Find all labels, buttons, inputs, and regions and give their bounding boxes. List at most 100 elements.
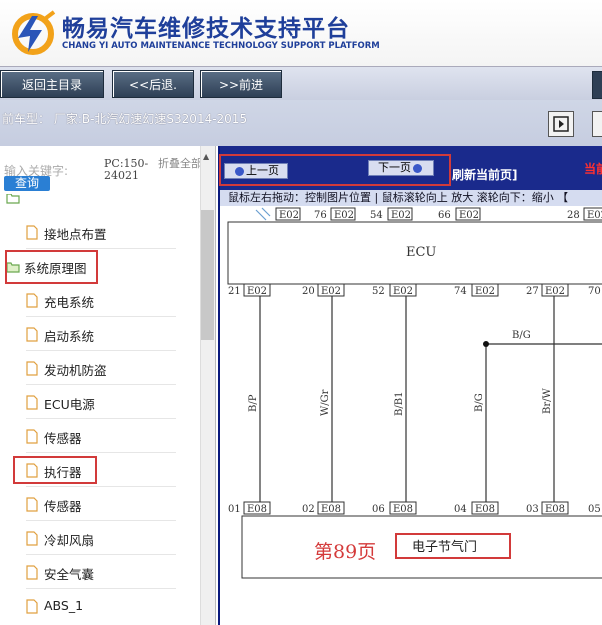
- scroll-up-icon[interactable]: ▲: [203, 152, 209, 161]
- panel-overflow-button[interactable]: [592, 111, 602, 137]
- svg-text:B/P: B/P: [248, 394, 259, 412]
- tree-item-label: 安全气囊: [44, 567, 95, 582]
- logo-icon: [12, 10, 56, 55]
- svg-text:E02: E02: [459, 210, 479, 221]
- home-button[interactable]: 返回主目录: [0, 70, 104, 98]
- bottom-connector-row: 01 E08 02 E08 06 E08 04 E08 03 E08 05: [228, 501, 601, 515]
- svg-text:E02: E02: [321, 286, 341, 297]
- document-icon: [26, 531, 38, 546]
- svg-text:E02: E02: [587, 210, 602, 221]
- current-page-label: 当前: [584, 162, 602, 176]
- svg-text:02: 02: [302, 504, 315, 515]
- viewer-hint: 鼠标左右拖动：控制图片位置 | 鼠标滚轮向上 放大 滚轮向下：缩小 【: [220, 190, 602, 206]
- tree-item-starting[interactable]: 启动系统: [26, 318, 176, 351]
- tree-item-cooling-fan[interactable]: 冷却风扇: [26, 522, 176, 555]
- svg-text:E08: E08: [545, 504, 565, 515]
- document-icon: [26, 599, 38, 614]
- cursor-mark: [255, 207, 271, 221]
- svg-text:74: 74: [454, 286, 467, 297]
- navigation-bar: 返回主目录 <<后退. >>前进: [0, 66, 602, 100]
- svg-text:01: 01: [228, 504, 241, 515]
- svg-text:70: 70: [588, 286, 601, 297]
- top-connector-row: E02 76 E02 54 E02 66 E02 28 E02: [275, 207, 602, 221]
- highlight-system-schematics: [5, 250, 98, 284]
- highlight-actuators: [13, 456, 97, 484]
- tree-item-ecu-power[interactable]: ECU电源: [26, 386, 176, 419]
- tree-item-airbag[interactable]: 安全气囊: [26, 556, 176, 589]
- tree-item-label: 启动系统: [44, 329, 95, 344]
- svg-text:27: 27: [526, 286, 539, 297]
- document-icon: [26, 395, 38, 410]
- tree-item-ground-points[interactable]: 接地点布置: [26, 216, 176, 249]
- svg-text:E08: E08: [247, 504, 267, 515]
- svg-text:20: 20: [302, 286, 315, 297]
- scrollbar-thumb[interactable]: [201, 210, 214, 340]
- toggle-panel-button[interactable]: [548, 111, 574, 137]
- folder-open-icon: [6, 194, 20, 204]
- page-number-label: 第89页: [314, 541, 377, 563]
- tree-item-label: 充电系统: [44, 295, 95, 310]
- tree-item-label: 传感器: [44, 431, 82, 446]
- pc-code-label: PC:150-24021: [104, 157, 149, 182]
- tree-item-immobilizer[interactable]: 发动机防盗: [26, 352, 176, 385]
- svg-text:66: 66: [438, 210, 451, 221]
- svg-text:E02: E02: [279, 210, 299, 221]
- component-label: 电子节气门: [412, 539, 477, 555]
- svg-text:52: 52: [372, 286, 385, 297]
- svg-text:E02: E02: [393, 286, 413, 297]
- document-icon: [26, 429, 38, 444]
- svg-text:E08: E08: [321, 504, 341, 515]
- tree-item-charging[interactable]: 充电系统: [26, 284, 176, 317]
- document-icon: [26, 327, 38, 342]
- svg-text:E02: E02: [545, 286, 565, 297]
- app-title: 畅易汽车维修技术支持平台: [62, 16, 350, 42]
- svg-text:B/B1: B/B1: [394, 392, 405, 416]
- tree-item-abs-1[interactable]: ABS_1: [26, 590, 176, 623]
- svg-text:06: 06: [372, 504, 385, 515]
- refresh-page-button[interactable]: 刷新当前页]: [452, 166, 518, 183]
- svg-text:54: 54: [370, 210, 383, 221]
- tree-item-label: ECU电源: [44, 397, 95, 412]
- svg-text:B/G: B/G: [474, 393, 485, 412]
- svg-text:21: 21: [228, 286, 241, 297]
- svg-text:Br/W: Br/W: [542, 388, 553, 414]
- collapse-all-button[interactable]: 折叠全部: [158, 158, 202, 170]
- tree-item-label: ABS_1: [44, 598, 84, 613]
- app-header: 畅易汽车维修技术支持平台 CHANG YI AUTO MAINTENANCE T…: [0, 0, 602, 66]
- svg-text:E02: E02: [247, 286, 267, 297]
- arrow-right-icon: [553, 116, 569, 132]
- svg-text:E08: E08: [393, 504, 413, 515]
- wiring-diagram[interactable]: ECU E02 76 E02 54 E02 66 E02 28 E02 21 E…: [220, 206, 602, 625]
- search-button[interactable]: 查询: [4, 176, 50, 191]
- svg-text:E08: E08: [475, 504, 495, 515]
- document-icon: [26, 565, 38, 580]
- app-subtitle: CHANG YI AUTO MAINTENANCE TECHNOLOGY SUP…: [62, 41, 380, 51]
- vehicle-model-text: 前车型： 厂家:B-北汽幻速幻速S32014-2015: [2, 112, 248, 126]
- ecu-connector-row: 21 E02 20 E02 52 E02 74 E02 27 E02 70: [228, 283, 601, 297]
- document-icon: [26, 293, 38, 308]
- wire-color-labels: B/P W/Gr B/B1 B/G Br/W: [248, 388, 553, 416]
- document-icon: [26, 497, 38, 512]
- svg-text:05: 05: [588, 504, 601, 515]
- svg-text:W/Gr: W/Gr: [320, 389, 331, 416]
- svg-text:E02: E02: [391, 210, 411, 221]
- svg-text:E02: E02: [475, 286, 495, 297]
- back-button[interactable]: <<后退.: [112, 70, 194, 98]
- document-icon: [26, 225, 38, 240]
- tree-item-label: 冷却风扇: [44, 533, 95, 548]
- document-icon: [26, 361, 38, 376]
- svg-text:03: 03: [526, 504, 539, 515]
- branch-wire-label: B/G: [512, 330, 531, 341]
- forward-button[interactable]: >>前进: [200, 70, 282, 98]
- vehicle-model-bar: 前车型： 厂家:B-北汽幻速幻速S32014-2015: [0, 100, 602, 146]
- ecu-label: ECU: [406, 245, 436, 260]
- tree-item-label: 接地点布置: [44, 227, 107, 242]
- nav-overflow-button[interactable]: [592, 71, 602, 99]
- svg-text:76: 76: [314, 210, 327, 221]
- tree-item-sensors-1[interactable]: 传感器: [26, 420, 176, 453]
- junction-dot: [483, 341, 489, 347]
- tree-item-label: 发动机防盗: [44, 363, 107, 378]
- tree-item-sensors-2[interactable]: 传感器: [26, 488, 176, 521]
- tree-item-label: 传感器: [44, 499, 82, 514]
- svg-text:E02: E02: [334, 210, 354, 221]
